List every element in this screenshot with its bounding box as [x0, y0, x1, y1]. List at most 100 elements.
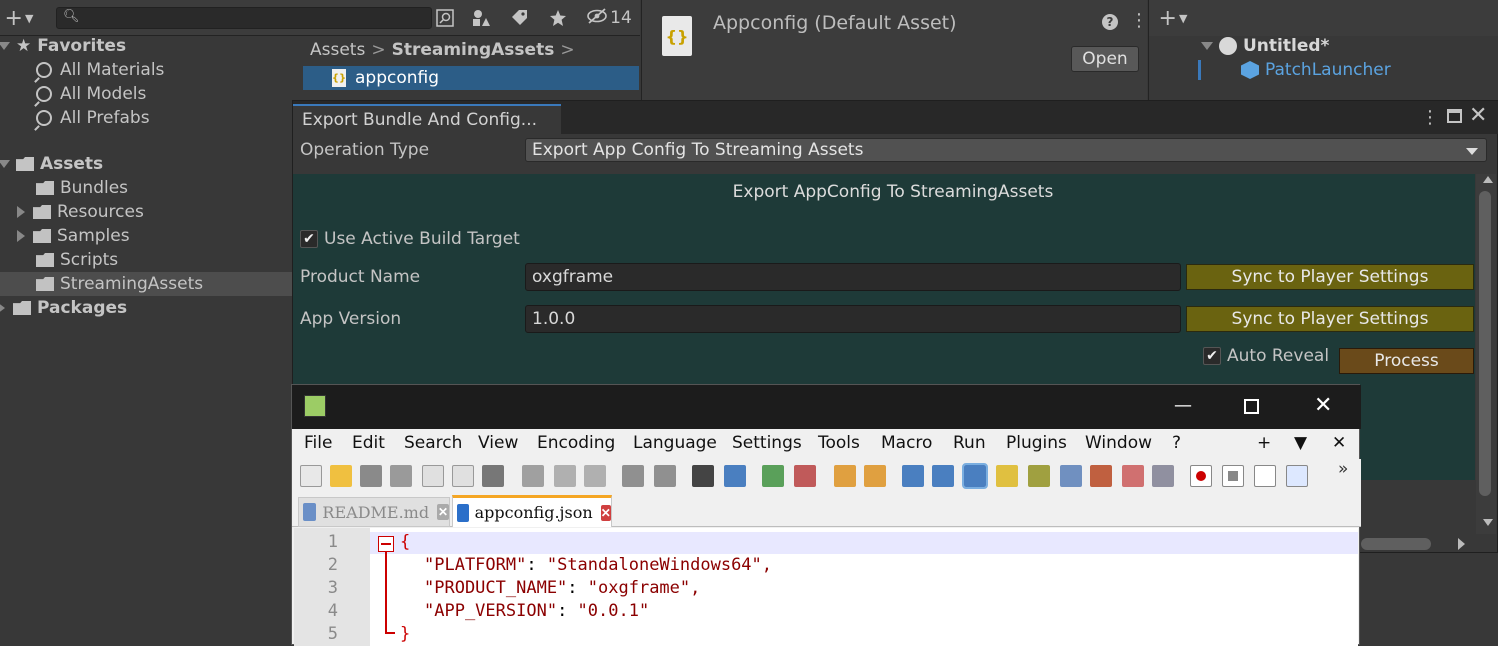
menu-search[interactable]: Search — [404, 433, 462, 453]
search-input[interactable]: 🔍︎ — [56, 7, 432, 29]
tree-item-bundles[interactable]: Bundles — [36, 176, 128, 200]
scrollbar-thumb[interactable] — [1479, 191, 1491, 496]
document-map-icon[interactable] — [1028, 465, 1050, 487]
tree-item-resources[interactable]: Resources — [17, 200, 144, 224]
horizontal-scrollbar-thumb[interactable] — [1361, 538, 1431, 550]
scene-item[interactable]: Untitled* — [1201, 34, 1329, 58]
run-macro-multiple-icon[interactable] — [1286, 465, 1308, 487]
udl-icon[interactable] — [996, 465, 1018, 487]
breadcrumb-streamingassets[interactable]: StreamingAssets — [392, 40, 555, 60]
play-macro-icon[interactable] — [1254, 465, 1276, 487]
search-window-icon[interactable] — [434, 4, 456, 32]
tree-favorites[interactable]: ★ Favorites — [0, 34, 126, 58]
function-list-icon[interactable] — [1090, 465, 1112, 487]
filter-label-icon[interactable] — [507, 4, 531, 32]
scroll-down-icon[interactable] — [1483, 519, 1493, 526]
expand-arrow-icon[interactable] — [17, 230, 25, 242]
stop-macro-icon[interactable] — [1222, 465, 1244, 487]
hidden-packages-toggle[interactable]: 14 — [584, 4, 634, 32]
close-file-icon[interactable] — [422, 465, 444, 487]
tree-packages[interactable]: Packages — [0, 296, 127, 320]
menu-dots-icon[interactable]: ⋮ — [1421, 107, 1439, 128]
document-list-icon[interactable] — [1060, 465, 1082, 487]
find-icon[interactable] — [692, 465, 714, 487]
zoom-in-icon[interactable] — [762, 465, 784, 487]
tab-readme[interactable]: README.md ✕ — [298, 497, 450, 527]
gameobject-item[interactable]: PatchLauncher — [1241, 58, 1391, 82]
tree-item-all-models[interactable]: All Models — [36, 82, 146, 106]
close-icon[interactable]: ✕ — [1314, 393, 1332, 418]
redo-icon[interactable] — [654, 465, 676, 487]
scroll-right-icon[interactable] — [1458, 538, 1465, 550]
new-file-icon[interactable] — [300, 465, 322, 487]
menu-file[interactable]: File — [304, 433, 332, 453]
open-file-icon[interactable] — [330, 465, 352, 487]
menu-window[interactable]: Window — [1085, 433, 1152, 453]
create-button[interactable]: + ▼ — [2, 4, 36, 32]
process-button[interactable]: Process — [1339, 348, 1474, 374]
tree-item-scripts[interactable]: Scripts — [36, 248, 118, 272]
file-list-item[interactable]: {} appconfig — [303, 66, 639, 90]
sync-app-version-button[interactable]: Sync to Player Settings — [1186, 306, 1474, 332]
close-document-button[interactable]: ✕ — [1332, 433, 1346, 453]
menu-plugins[interactable]: Plugins — [1006, 433, 1067, 453]
app-version-field[interactable]: 1.0.0 — [525, 305, 1181, 333]
menu-edit[interactable]: Edit — [352, 433, 385, 453]
cut-icon[interactable] — [522, 465, 544, 487]
tree-assets[interactable]: Assets — [0, 152, 103, 176]
save-all-icon[interactable] — [390, 465, 412, 487]
tree-item-all-prefabs[interactable]: All Prefabs — [36, 106, 150, 130]
sync-horizontal-icon[interactable] — [864, 465, 886, 487]
menu-help[interactable]: ? — [1172, 433, 1181, 453]
code-editor[interactable]: 1 2 3 4 5 { "PLATFORM": "StandaloneWindo… — [294, 528, 1358, 646]
show-all-characters-icon[interactable] — [932, 465, 954, 487]
tab-appconfig[interactable]: appconfig.json ✕ — [452, 495, 612, 527]
use-active-build-target-toggle[interactable]: ✔ Use Active Build Target — [300, 229, 520, 249]
create-button[interactable]: + ▼ — [1155, 4, 1191, 32]
scroll-up-icon[interactable] — [1483, 176, 1493, 183]
paste-icon[interactable] — [584, 465, 606, 487]
menu-dots-icon[interactable]: ⋮ — [1130, 12, 1148, 30]
menu-macro[interactable]: Macro — [881, 433, 932, 453]
checkbox-checked-icon[interactable]: ✔ — [300, 230, 318, 248]
expand-arrow-icon[interactable] — [17, 206, 25, 218]
expand-arrow-icon[interactable] — [0, 302, 5, 314]
folder-workspace-icon[interactable] — [1122, 465, 1144, 487]
minimize-icon[interactable]: — — [1174, 395, 1192, 416]
expand-arrow-icon[interactable] — [0, 160, 10, 168]
indent-guide-icon[interactable] — [962, 463, 988, 489]
breadcrumb-assets[interactable]: Assets — [310, 40, 365, 60]
sync-vertical-icon[interactable] — [834, 465, 856, 487]
export-tab[interactable]: Export Bundle And Config... — [293, 104, 561, 134]
expand-arrow-icon[interactable] — [0, 42, 10, 50]
tab-list-button[interactable]: ▼ — [1294, 433, 1307, 453]
maximize-icon[interactable] — [1244, 399, 1259, 414]
save-icon[interactable] — [360, 465, 382, 487]
tree-item-samples[interactable]: Samples — [17, 224, 130, 248]
auto-reveal-toggle[interactable]: ✔ Auto Reveal — [1203, 346, 1329, 366]
replace-icon[interactable] — [724, 465, 746, 487]
copy-icon[interactable] — [554, 465, 576, 487]
checkbox-checked-icon[interactable]: ✔ — [1203, 347, 1221, 365]
new-tab-button[interactable]: + — [1257, 433, 1271, 453]
tab-close-icon[interactable]: ✕ — [437, 504, 449, 520]
close-icon[interactable]: ✕ — [1469, 103, 1487, 128]
menu-tools[interactable]: Tools — [818, 433, 860, 453]
help-icon[interactable]: ? — [1102, 14, 1118, 30]
sync-product-name-button[interactable]: Sync to Player Settings — [1186, 264, 1474, 290]
expand-arrow-icon[interactable] — [1201, 42, 1213, 50]
filter-type-icon[interactable] — [468, 4, 494, 32]
product-name-field[interactable]: oxgframe — [525, 263, 1181, 291]
menu-language[interactable]: Language — [633, 433, 717, 453]
tree-item-streamingassets[interactable]: StreamingAssets — [0, 272, 292, 296]
operation-type-dropdown[interactable]: Export App Config To Streaming Assets — [525, 138, 1487, 162]
menu-view[interactable]: View — [478, 433, 518, 453]
maximize-icon[interactable] — [1447, 109, 1462, 123]
toolbar-overflow-icon[interactable]: » — [1338, 459, 1348, 479]
open-button[interactable]: Open — [1071, 46, 1139, 72]
fold-collapse-icon[interactable] — [378, 536, 394, 552]
menu-settings[interactable]: Settings — [732, 433, 802, 453]
zoom-out-icon[interactable] — [794, 465, 816, 487]
record-macro-icon[interactable] — [1190, 465, 1212, 487]
monitoring-icon[interactable] — [1152, 465, 1174, 487]
